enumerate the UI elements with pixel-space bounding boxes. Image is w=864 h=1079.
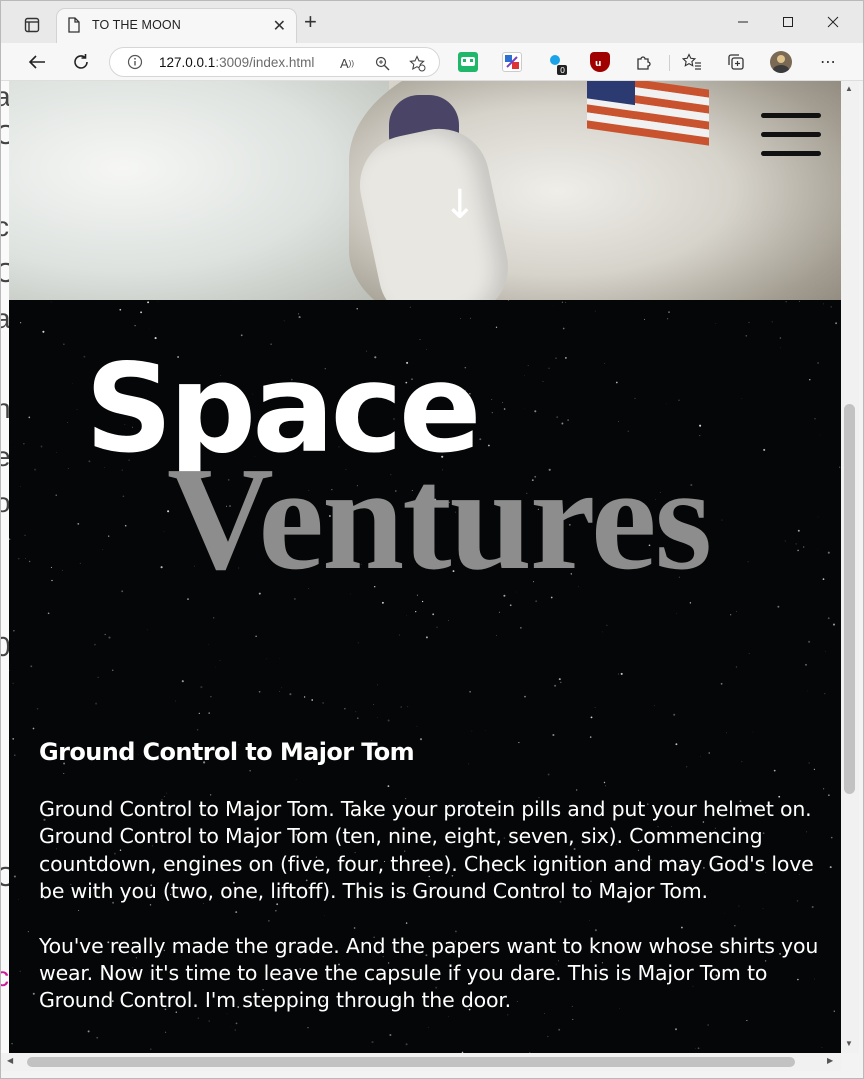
article-heading: Ground Control to Major Tom [39, 738, 415, 766]
extension-green-icon[interactable] [458, 52, 478, 72]
close-window-icon[interactable] [813, 9, 853, 35]
address-bar[interactable]: 127.0.0.1:3009/index.html A)) [109, 47, 440, 77]
title-bar: TO THE MOON ✕ + [1, 1, 863, 43]
hero-sky [9, 81, 389, 300]
tab-active[interactable]: TO THE MOON ✕ [57, 9, 296, 43]
space-section: Space Ventures Ground Control to Major T… [9, 300, 841, 1053]
minimize-icon[interactable] [723, 9, 763, 35]
refresh-icon[interactable] [67, 49, 95, 75]
hamburger-menu-icon[interactable] [761, 113, 821, 157]
tab-title: TO THE MOON [92, 18, 181, 32]
extension-puzzle-color-icon[interactable] [502, 52, 522, 72]
zoom-icon[interactable] [373, 54, 391, 72]
more-options-icon[interactable]: ⋯ [817, 51, 839, 73]
extensions-icon[interactable] [633, 51, 655, 73]
scroll-right-icon[interactable]: ▶ [827, 1056, 833, 1065]
maximize-icon[interactable] [768, 9, 808, 35]
collections-icon[interactable] [725, 51, 747, 73]
browser-window: TO THE MOON ✕ + 127.0.0.1:3009/index.htm… [0, 0, 864, 1079]
scroll-up-icon[interactable]: ▲ [845, 84, 853, 93]
page-viewport: a C c C a h e o 0 ' C c [1, 81, 841, 1053]
site-info-icon[interactable] [127, 54, 143, 75]
read-aloud-icon[interactable]: A)) [338, 54, 356, 72]
brand-title-ventures: Ventures [167, 437, 712, 601]
new-tab-icon[interactable]: + [304, 11, 317, 33]
svg-text:u: u [595, 59, 601, 69]
url-path: :3009/index.html [215, 55, 315, 70]
url-text[interactable]: 127.0.0.1:3009/index.html [159, 55, 314, 70]
browser-toolbar: 127.0.0.1:3009/index.html A)) 0 u ⋯ [1, 43, 863, 81]
ublock-shield-icon[interactable]: u [590, 52, 610, 72]
article-paragraph-1: Ground Control to Major Tom. Take your p… [39, 797, 814, 904]
hero-image: ↓ [9, 81, 841, 300]
horizontal-scroll-thumb[interactable] [27, 1057, 795, 1067]
vertical-scrollbar[interactable]: ▲ ▼ [841, 81, 859, 1053]
scroll-down-icon[interactable]: ▼ [845, 1039, 853, 1048]
arrow-down-icon[interactable]: ↓ [443, 185, 477, 225]
extension-counter-icon[interactable]: 0 [546, 52, 567, 75]
vertical-scroll-thumb[interactable] [844, 404, 855, 794]
horizontal-scrollbar[interactable]: ◀ ▶ [1, 1053, 841, 1071]
article-paragraph-2: You've really made the grade. And the pa… [39, 933, 819, 1013]
back-arrow-icon[interactable] [23, 49, 51, 75]
svg-text:0: 0 [560, 66, 565, 75]
page-icon [67, 17, 81, 38]
scroll-left-icon[interactable]: ◀ [7, 1056, 13, 1065]
favorites-icon[interactable] [681, 51, 703, 73]
tab-actions-icon[interactable] [18, 12, 46, 38]
url-host: 127.0.0.1 [159, 55, 216, 70]
toolbar-divider [669, 55, 670, 71]
add-favorite-icon[interactable] [408, 54, 426, 72]
article: Ground Control to Major Tom Ground Contr… [39, 738, 841, 1042]
profile-avatar[interactable] [770, 51, 792, 73]
background-window-edge: a C c C a h e o 0 ' C c [1, 81, 9, 1053]
close-tab-icon[interactable]: ✕ [273, 16, 286, 36]
